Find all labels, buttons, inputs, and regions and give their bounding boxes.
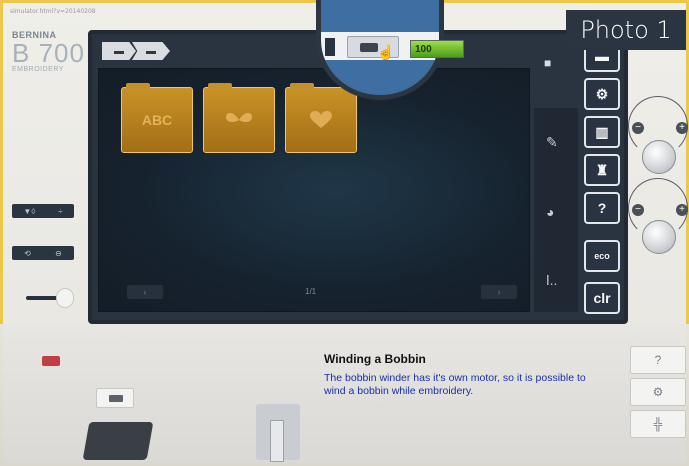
speed-slider-knob[interactable] [56,288,74,308]
stitch-icon[interactable]: ǀ.. [546,272,557,288]
page-indicator: 1/1 [305,287,317,296]
lower-knob-plus[interactable]: + [676,204,688,216]
folder-icon[interactable]: ▬ [102,42,136,60]
bobbin-icon [109,395,123,402]
help-icon: ? [654,353,662,367]
thread-control[interactable]: ⟲ ⊖ [12,246,74,260]
eco-button[interactable]: eco [584,240,620,272]
folder-breadcrumb[interactable]: ▬ ▬ [102,42,176,60]
model-name: B 700 [12,38,85,68]
needle-right-label: ÷ [58,206,63,216]
heart-icon [310,111,332,128]
upper-knob-plus[interactable]: + [676,122,688,134]
file-title: simulator.html?v=20140208 [10,8,96,15]
brand-logo: BERNINA B 700 EMBROIDERY [12,30,85,73]
gear-icon: ⚙ [595,85,609,102]
design-tile-heart[interactable] [285,83,357,153]
next-page-button[interactable]: › [481,285,517,299]
lower-multifunction-knob[interactable] [642,220,676,254]
color-palette-icon[interactable]: ◕ [546,204,554,220]
magnifier-edge [325,38,335,56]
lower-knob-minus[interactable]: − [632,204,644,216]
help-icon: ? [597,200,607,216]
edit-pencil-icon[interactable]: ✎ [546,134,558,151]
creative-consultant-button[interactable]: ♜ [584,154,620,186]
message-title: Winding a Bobbin [324,352,426,366]
vertical-toolbar: ✎ ◕ ǀ.. [534,108,578,312]
start-stop-button[interactable] [42,356,60,366]
book-icon: ▥ [595,123,609,140]
needle-icon: ╬ [653,417,663,431]
upper-multifunction-knob[interactable] [642,140,676,174]
magnifier-bottom [321,60,439,95]
tile-label: ABC [141,112,173,128]
needle-left-label: ▼◊ [23,206,36,216]
photo-label: Photo 1 [566,10,686,50]
foot-control-pedal [82,422,154,460]
progress-label: 100 [415,44,432,55]
bobbin-icon [360,43,378,52]
design-tile-butterfly[interactable] [203,83,275,153]
previous-page-button[interactable]: ‹ [127,285,163,299]
gear-icon: ⚙ [652,385,664,399]
settings-button[interactable]: ⚙ [584,78,620,110]
folder-icon[interactable]: ■ [544,56,551,70]
clear-label: clr [593,290,611,306]
thread-left-label: ⟲ [24,248,31,258]
message-body: The bobbin winder has it's own motor, so… [324,372,586,397]
eco-icon: eco [594,251,610,261]
hand-cursor-icon: ☝ [377,44,395,60]
bottom-help-button[interactable]: ? [630,346,686,374]
help-button[interactable]: ? [584,192,620,224]
folder-icon[interactable]: ▬ [132,42,170,60]
upper-knob-minus[interactable]: − [632,122,644,134]
design-tile-abc[interactable]: ABC [121,83,193,153]
clear-button[interactable]: clr [584,282,620,314]
bottom-settings-button[interactable]: ⚙ [630,378,686,406]
dress-form-icon: ♜ [595,161,609,178]
presser-foot-shank [270,420,284,462]
bottom-needle-button[interactable]: ╬ [630,410,686,438]
thread-right-label: ⊖ [55,248,62,258]
tutorial-button[interactable]: ▥ [584,116,620,148]
magnifier-top [321,0,439,32]
bobbin-progress: 100 [410,40,464,58]
butterfly-icon [226,112,252,122]
needle-position-control[interactable]: ▼◊ ÷ [12,204,74,218]
bobbin-winder-chip[interactable] [96,388,134,408]
design-selection-area: ABC ‹ 1/1 › [98,68,530,312]
